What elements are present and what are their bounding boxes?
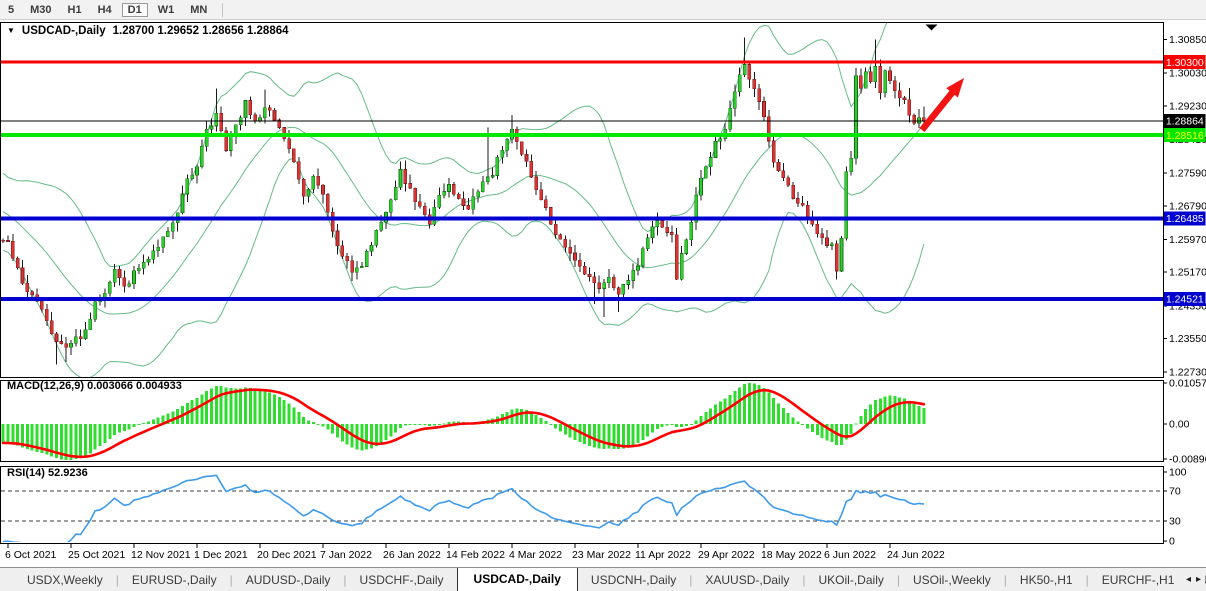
price-axis: 1.308501.300301.292301.284101.275901.267… bbox=[1163, 34, 1206, 548]
price-badge-label: 1.24521 bbox=[1166, 294, 1204, 306]
timeframe-button-h1[interactable]: H1 bbox=[62, 3, 88, 17]
macd-axis-tick: 0.010578 bbox=[1169, 377, 1206, 389]
date-axis-label: 18 May 2022 bbox=[761, 549, 822, 561]
symbol-tabs: USDX,Weekly|EURUSD-,Daily|AUDUSD-,Daily|… bbox=[0, 568, 1206, 591]
chart-ohlc-values: 1.28700 1.29652 1.28656 1.28864 bbox=[113, 25, 289, 37]
date-axis: 6 Oct 2021 25 Oct 2021 12 Nov 20211 Dec 20… bbox=[5, 544, 945, 562]
rsi-line bbox=[3, 475, 924, 543]
price-axis-tick: 1.25970 bbox=[1169, 234, 1206, 246]
price-axis-tick: 1.26790 bbox=[1169, 200, 1206, 212]
date-axis-label: 6 Jun 2022 bbox=[824, 549, 876, 561]
macd-signal-line bbox=[3, 390, 924, 457]
tab-usdchf-daily[interactable]: USDCHF-,Daily bbox=[347, 569, 457, 591]
date-axis-label: 29 Apr 2022 bbox=[698, 549, 755, 561]
pane-frames bbox=[1, 23, 1164, 544]
price-axis-tick: 1.27590 bbox=[1169, 168, 1206, 180]
price-chart[interactable]: 1.308501.300301.292301.284101.275901.267… bbox=[0, 0, 1206, 591]
rsi-axis-tick: 70 bbox=[1169, 485, 1181, 497]
tab-eurusd-daily[interactable]: EURUSD-,Daily bbox=[119, 569, 230, 591]
tab-audusd-daily[interactable]: AUDUSD-,Daily bbox=[233, 569, 344, 591]
rsi-axis-tick: 30 bbox=[1169, 516, 1181, 528]
symbol-dropdown-icon[interactable]: ▼ bbox=[7, 27, 15, 35]
timeframe-buttons: 5 M30 H1 H4 D1 W1MN bbox=[0, 3, 230, 17]
date-axis-label: 1 Dec 2021 bbox=[194, 549, 248, 561]
date-axis-label: 6 Oct 2021 bbox=[5, 549, 57, 561]
macd-axis-tick: -0.00896 bbox=[1169, 453, 1206, 465]
tab-xauusd-daily[interactable]: XAUUSD-,Daily bbox=[692, 569, 802, 591]
date-axis-label: 23 Mar 2022 bbox=[572, 549, 631, 561]
tab-usdcnh-daily[interactable]: USDCNH-,Daily bbox=[578, 569, 689, 591]
candlesticks bbox=[2, 37, 926, 364]
date-axis-label: 12 Nov 2021 bbox=[131, 549, 191, 561]
rsi-levels bbox=[1, 491, 1163, 521]
price-badge-label: 1.28864 bbox=[1166, 116, 1204, 128]
macd-axis-tick: 0.00 bbox=[1169, 419, 1190, 431]
toolbar-separator bbox=[222, 3, 223, 17]
price-axis-tick: 1.25170 bbox=[1169, 267, 1206, 279]
timeframe-button-h4[interactable]: H4 bbox=[92, 3, 118, 17]
date-axis-label: 24 Jun 2022 bbox=[887, 549, 945, 561]
timeframe-button-d1[interactable]: D1 bbox=[122, 3, 148, 17]
price-axis-tick: 1.30850 bbox=[1169, 34, 1206, 46]
date-axis-label: 25 Oct 2021 bbox=[68, 549, 125, 561]
timeframe-button-mn[interactable]: MN bbox=[184, 3, 213, 17]
bollinger-bands bbox=[3, 0, 924, 379]
tab-usdx-weekly[interactable]: USDX,Weekly bbox=[14, 569, 116, 591]
tab-eurchf-h1[interactable]: EURCHF-,H1 bbox=[1089, 569, 1188, 591]
timeframe-button-5[interactable]: 5 bbox=[2, 3, 20, 17]
symbol-tab-bar: USDX,Weekly|EURUSD-,Daily|AUDUSD-,Daily|… bbox=[0, 567, 1206, 591]
price-badge-label: 1.26485 bbox=[1166, 213, 1204, 225]
date-axis-label: 14 Feb 2022 bbox=[446, 549, 505, 561]
rsi-indicator-label: RSI(14) 52.9236 bbox=[7, 467, 88, 479]
timeframe-button-w1[interactable]: W1 bbox=[152, 3, 181, 17]
tab-usoil-weekly[interactable]: USOil-,Weekly bbox=[900, 569, 1004, 591]
tab-hk50-h1[interactable]: HK50-,H1 bbox=[1007, 569, 1086, 591]
tab-scroll-left-icon[interactable]: ◂ bbox=[1186, 574, 1191, 585]
tab-ukoil-daily[interactable]: UKOil-,Daily bbox=[806, 569, 897, 591]
price-axis-tick: 1.29230 bbox=[1169, 100, 1206, 112]
tab-scroll-right-icon[interactable]: ▸ bbox=[1196, 574, 1201, 585]
rsi-axis-tick: 100 bbox=[1169, 467, 1187, 479]
price-badge-label: 1.30300 bbox=[1166, 57, 1204, 69]
rsi-axis-tick: 0 bbox=[1169, 536, 1175, 548]
date-axis-label: 20 Dec 2021 bbox=[257, 549, 317, 561]
chart-symbol-label: USDCAD-,Daily bbox=[22, 25, 106, 37]
price-axis-tick: 1.30030 bbox=[1169, 68, 1206, 80]
tab-usdcad-daily[interactable]: USDCAD-,Daily bbox=[457, 568, 578, 591]
macd-indicator-label: MACD(12,26,9) 0.003066 0.004933 bbox=[7, 380, 182, 392]
date-axis-label: 7 Jan 2022 bbox=[320, 549, 372, 561]
timeframe-button-m30[interactable]: M30 bbox=[24, 3, 57, 17]
price-badge-label: 1.28516 bbox=[1166, 130, 1204, 142]
price-axis-tick: 1.23550 bbox=[1169, 333, 1206, 345]
tab-scroll-arrows: ◂ ▸ bbox=[1180, 568, 1205, 591]
trend-arrow[interactable] bbox=[922, 78, 964, 130]
horizontal-levels bbox=[1, 62, 1163, 299]
timeframe-toolbar: 5 M30 H1 H4 D1 W1MN bbox=[0, 0, 1206, 20]
date-axis-label: 4 Mar 2022 bbox=[509, 549, 562, 561]
chart-title: ▼ USDCAD-,Daily 1.28700 1.29652 1.28656 … bbox=[7, 25, 289, 37]
bollinger-lower-band bbox=[3, 158, 924, 379]
terminal-window: 1.308501.300301.292301.284101.275901.267… bbox=[0, 0, 1206, 591]
date-axis-label: 26 Jan 2022 bbox=[383, 549, 441, 561]
chart-end-marker-icon bbox=[926, 25, 938, 31]
macd-histogram bbox=[2, 383, 926, 460]
date-axis-label: 11 Apr 2022 bbox=[635, 549, 691, 561]
